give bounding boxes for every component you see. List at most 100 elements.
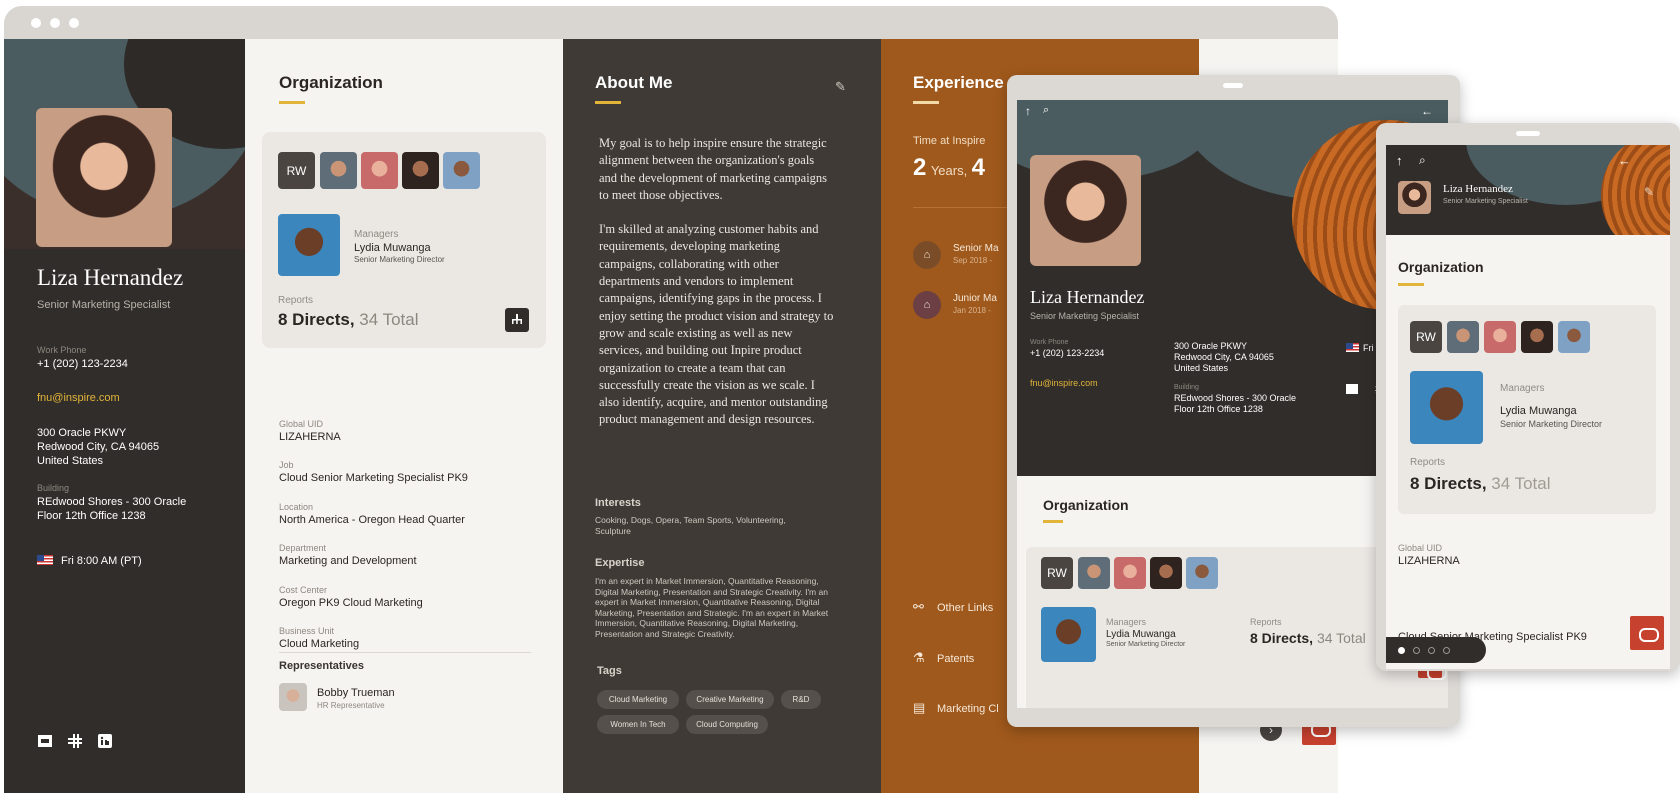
- header-decor: [1601, 145, 1670, 235]
- heading-underline: [913, 101, 939, 104]
- reports-directs: 8 Directs,: [1250, 630, 1314, 646]
- team-avatar[interactable]: [361, 152, 398, 189]
- representatives-label: Representatives: [279, 660, 364, 672]
- linkedin-icon[interactable]: [97, 733, 113, 749]
- team-avatar[interactable]: [1558, 321, 1590, 353]
- profile-avatar: [1398, 181, 1431, 214]
- address-line3: United States: [37, 455, 104, 467]
- manager-avatar[interactable]: [278, 214, 340, 276]
- manager-name[interactable]: Lydia Muwanga: [1500, 405, 1577, 417]
- mail-icon[interactable]: [1346, 384, 1358, 394]
- marketing-item[interactable]: Marketing Cl: [937, 703, 999, 715]
- org-field-label: Location: [279, 502, 314, 512]
- experience-title[interactable]: Junior Ma: [953, 293, 997, 304]
- heading-underline: [1043, 520, 1063, 523]
- page-dot[interactable]: [1428, 646, 1435, 654]
- work-phone[interactable]: +1 (202) 123-2234: [1030, 348, 1104, 358]
- org-field-value: LIZAHERNA: [279, 431, 341, 443]
- work-phone[interactable]: +1 (202) 123-2234: [37, 357, 128, 371]
- window-control-dot[interactable]: [50, 18, 60, 28]
- org-field-label: Global UID: [279, 419, 324, 429]
- experience-date: Jan 2018 -: [953, 306, 991, 315]
- other-links-item[interactable]: Other Links: [937, 602, 993, 614]
- manager-avatar[interactable]: [1041, 607, 1096, 662]
- slack-icon[interactable]: [67, 733, 83, 749]
- team-avatar[interactable]: [1114, 557, 1146, 589]
- reports-directs: 8 Directs,: [278, 310, 355, 329]
- tag-chip[interactable]: Cloud Computing: [686, 715, 768, 734]
- profile-name: Liza Hernandez: [37, 265, 184, 290]
- team-avatar[interactable]: [320, 152, 357, 189]
- arrow-left-icon[interactable]: ←: [1618, 153, 1631, 168]
- team-avatar-initials[interactable]: RW: [1041, 557, 1073, 589]
- profile-title: Senior Marketing Specialist: [1443, 198, 1528, 205]
- reports-total: 34 Total: [1491, 474, 1551, 493]
- organization-heading: Organization: [279, 73, 383, 92]
- page-dot[interactable]: [1398, 646, 1405, 654]
- reports-label: Reports: [1250, 617, 1282, 627]
- patents-item[interactable]: Patents: [937, 653, 974, 665]
- profile-title: Senior Marketing Specialist: [1030, 311, 1140, 321]
- us-flag-icon: [37, 555, 53, 565]
- document-icon: ▤: [913, 700, 926, 715]
- window-control-dot[interactable]: [31, 18, 41, 28]
- oracle-logo-icon[interactable]: [1630, 616, 1664, 650]
- months-number: 4: [971, 154, 986, 181]
- rep-avatar[interactable]: [279, 683, 307, 711]
- team-avatar[interactable]: [402, 152, 439, 189]
- arrow-left-icon[interactable]: ←: [1421, 104, 1433, 118]
- team-avatar[interactable]: [1150, 557, 1182, 589]
- address-line2: Redwood City, CA 94065: [37, 441, 160, 453]
- divider: [279, 652, 531, 653]
- expertise-label: Expertise: [595, 557, 645, 569]
- tag-chip[interactable]: R&D: [781, 690, 821, 709]
- page-dot[interactable]: [1443, 646, 1450, 654]
- org-field-label: Cost Center: [279, 585, 328, 595]
- phone-camera: [1516, 131, 1540, 136]
- org-chart-icon[interactable]: [505, 308, 529, 332]
- search-icon[interactable]: ⌕: [1043, 104, 1049, 117]
- team-avatar[interactable]: [1078, 557, 1110, 589]
- local-time-text: Fri 8:00 AM (PT): [61, 555, 142, 567]
- team-avatar[interactable]: [1186, 557, 1218, 589]
- managers-label: Managers: [1106, 617, 1147, 627]
- team-avatar-initials[interactable]: RW: [1410, 321, 1442, 353]
- org-field-value: Cloud Marketing: [279, 638, 360, 650]
- tag-chip[interactable]: Creative Marketing: [686, 690, 774, 709]
- org-field-label: Department: [279, 543, 327, 553]
- window-control-dot[interactable]: [69, 18, 79, 28]
- manager-name[interactable]: Lydia Muwanga: [1106, 629, 1176, 640]
- team-avatar-initials[interactable]: RW: [278, 152, 315, 189]
- team-avatar[interactable]: [1484, 321, 1516, 353]
- about-paragraph: My goal is to help inspire ensure the st…: [599, 136, 828, 202]
- tag-chip[interactable]: Cloud Marketing: [597, 690, 679, 709]
- team-avatar[interactable]: [1521, 321, 1553, 353]
- rep-name[interactable]: Bobby Trueman: [317, 687, 395, 699]
- pencil-icon[interactable]: ✎: [835, 79, 846, 95]
- managers-label: Managers: [354, 229, 399, 240]
- tag-chip[interactable]: Women In Tech: [597, 715, 679, 734]
- arrow-up-icon[interactable]: ↑: [1396, 153, 1403, 168]
- experience-heading: Experience: [913, 73, 1004, 92]
- manager-name[interactable]: Lydia Muwanga: [354, 242, 431, 254]
- manager-card: RW Managers Lydia Muwanga Senior Marketi…: [262, 132, 546, 348]
- org-field-value: Marketing and Development: [279, 555, 417, 567]
- building-icon: ⌂: [913, 291, 941, 319]
- page-dot[interactable]: [1413, 646, 1420, 654]
- profile-avatar: [36, 108, 172, 247]
- address-line3: United States: [1174, 363, 1229, 373]
- pencil-icon[interactable]: ✎: [1644, 185, 1654, 199]
- email-link[interactable]: fnu@inspire.com: [37, 392, 120, 404]
- building-block: REdwood Shores - 300 Oracle Floor 12th O…: [1174, 393, 1296, 415]
- manager-avatar[interactable]: [1410, 371, 1483, 444]
- years-word: Years,: [930, 163, 968, 178]
- address-block: 300 Oracle PKWY Redwood City, CA 94065 U…: [1174, 341, 1274, 374]
- email-link[interactable]: fnu@inspire.com: [1030, 378, 1098, 388]
- team-avatar[interactable]: [443, 152, 480, 189]
- mail-icon[interactable]: [37, 733, 53, 749]
- search-icon[interactable]: ⌕: [1419, 153, 1426, 168]
- arrow-up-icon[interactable]: ↑: [1025, 104, 1031, 118]
- experience-title[interactable]: Senior Ma: [953, 243, 999, 254]
- team-avatar[interactable]: [1447, 321, 1479, 353]
- manager-title: Senior Marketing Director: [1106, 641, 1186, 648]
